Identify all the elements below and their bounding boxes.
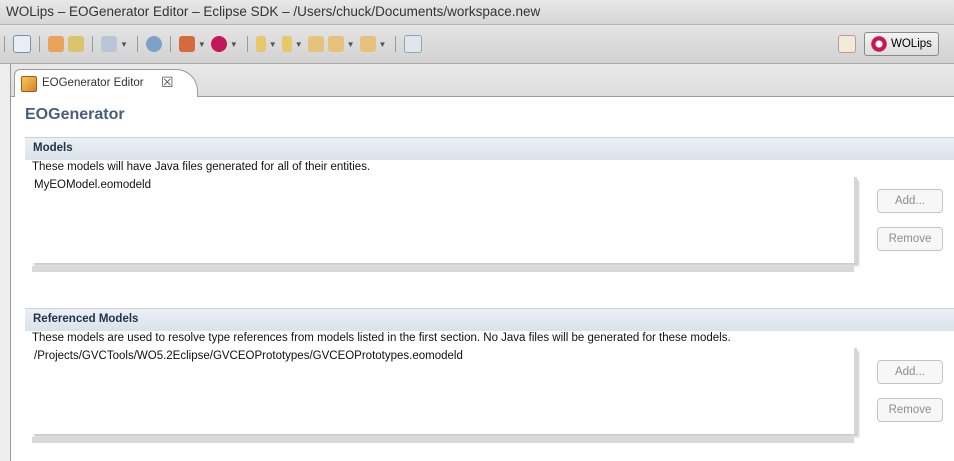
chevron-down-icon[interactable]: ▼ [379,40,387,49]
models-section: Models These models will have Java files… [25,137,954,287]
add-model-button[interactable]: Add... [877,189,943,213]
open-perspective-icon[interactable] [838,35,856,53]
history-back-icon[interactable] [327,36,344,52]
chevron-down-icon[interactable]: ▼ [347,40,355,49]
wo-config-icon[interactable] [210,36,227,52]
wolips-icon [871,36,887,52]
tab-eogenerator-editor[interactable]: EOGenerator Editor ☒ [14,69,198,97]
left-panel-edge [0,64,11,461]
run-icon[interactable] [68,36,84,52]
section-title: Referenced Models [33,313,139,325]
list-item[interactable]: MyEOModel.eomodeld [34,179,151,191]
close-icon[interactable]: ☒ [161,74,174,91]
chevron-down-icon[interactable]: ▼ [120,40,128,49]
chevron-down-icon[interactable]: ▼ [198,40,206,49]
prev-annotation-icon[interactable] [281,36,292,52]
remove-referenced-model-button[interactable]: Remove [877,398,943,422]
remove-model-button[interactable]: Remove [877,227,943,251]
toolbar-group-1: ▼ ▼ ▼ ▼ ▼ ▼ ▼ [4,35,424,53]
debug-icon[interactable] [101,36,117,52]
section-description: These models are used to resolve type re… [32,332,731,344]
chevron-down-icon[interactable]: ▼ [230,40,238,49]
chevron-down-icon[interactable]: ▼ [269,40,277,49]
forward-icon[interactable] [359,36,376,52]
horizontal-scrollbar[interactable] [32,266,854,272]
new-icon[interactable] [13,35,31,53]
window-title: WOLips – EOGenerator Editor – Eclipse SD… [6,4,541,19]
section-title: Models [33,142,73,154]
models-list[interactable]: MyEOModel.eomodeld [32,177,857,263]
referenced-models-list[interactable]: /Projects/GVCTools/WO5.2Eclipse/GVCEOPro… [32,348,857,434]
pin-icon[interactable] [404,35,423,53]
section-header[interactable]: Models [25,137,954,160]
section-header[interactable]: Referenced Models [25,308,954,331]
title-bar: WOLips – EOGenerator Editor – Eclipse SD… [0,0,954,25]
chevron-down-icon[interactable]: ▼ [295,40,303,49]
list-item[interactable]: /Projects/GVCTools/WO5.2Eclipse/GVCEOPro… [34,350,463,362]
wo-tool-icon[interactable] [178,36,195,52]
eogenerator-file-icon [21,76,37,92]
tab-label: EOGenerator Editor [42,77,144,89]
referenced-models-section: Referenced Models These models are used … [25,308,954,458]
perspective-switcher: WOLips [836,32,939,56]
next-annotation-icon[interactable] [255,36,266,52]
back-icon[interactable] [307,36,324,52]
perspective-label: WOLips [891,38,932,50]
form-title: EOGenerator [25,106,125,123]
globe-icon[interactable] [145,36,162,52]
main-toolbar: ▼ ▼ ▼ ▼ ▼ ▼ ▼ WOLips [0,25,954,64]
horizontal-scrollbar[interactable] [32,437,854,443]
add-referenced-model-button[interactable]: Add... [877,360,943,384]
section-description: These models will have Java files genera… [32,161,371,173]
wolips-perspective-button[interactable]: WOLips [864,32,939,56]
open-icon[interactable] [48,36,64,52]
